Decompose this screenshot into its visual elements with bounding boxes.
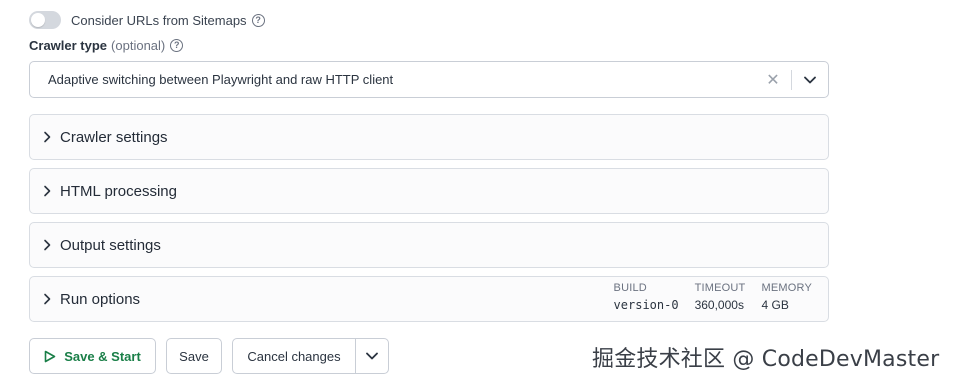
question-circle-icon[interactable]: ? [170,38,184,52]
stat-build: BUILD version-0 [614,282,679,312]
section-output-settings[interactable]: Output settings [29,222,829,268]
play-icon [44,350,56,362]
section-html-processing[interactable]: HTML processing [29,168,829,214]
chevron-right-icon [30,185,60,197]
stat-memory: MEMORY 4 GB [761,282,812,312]
stat-value: version-0 [613,298,679,312]
crawler-type-value: Adaptive switching between Playwright an… [48,72,394,87]
save-and-start-button[interactable]: Save & Start [29,338,156,374]
sitemaps-toggle[interactable] [29,11,61,29]
section-title: Output settings [60,236,161,254]
section-crawler-settings[interactable]: Crawler settings [29,114,829,160]
chevron-down-icon[interactable] [792,62,828,97]
section-run-options[interactable]: Run options BUILD version-0 TIMEOUT 360,… [29,276,829,322]
crawler-type-label-text: Crawler type [29,37,108,53]
stat-value: 4 GB [761,298,789,312]
close-icon[interactable]: ✕ [755,62,791,97]
toggle-knob [31,13,45,27]
save-button[interactable]: Save [166,338,222,374]
stat-value: 360,000s [694,298,744,312]
question-circle-icon[interactable]: ? [251,13,265,27]
chevron-down-icon [366,352,378,360]
section-title: Crawler settings [60,128,168,146]
watermark: 掘金技术社区 @ CodeDevMaster [592,347,940,372]
optional-label: (optional) [111,37,166,53]
stat-label: MEMORY [761,282,812,294]
chevron-right-icon [30,239,60,251]
sitemaps-toggle-row: Consider URLs from Sitemaps ? [29,9,265,31]
stat-label: BUILD [613,282,647,294]
save-and-start-label: Save & Start [64,348,141,364]
sitemaps-toggle-label: Consider URLs from Sitemaps [71,12,247,28]
section-title: Run options [60,290,141,308]
chevron-right-icon [30,293,60,305]
chevron-right-icon [30,131,60,143]
crawler-type-select[interactable]: Adaptive switching between Playwright an… [29,61,829,98]
section-title: HTML processing [60,182,177,200]
stat-label: TIMEOUT [694,282,746,294]
crawler-type-label: Crawler type (optional) ? [29,36,184,54]
cancel-changes-button[interactable]: Cancel changes [232,338,356,374]
run-stats: BUILD version-0 TIMEOUT 360,000s MEMORY … [614,282,812,312]
more-actions-button[interactable] [355,338,389,374]
stat-timeout: TIMEOUT 360,000s [695,282,746,312]
